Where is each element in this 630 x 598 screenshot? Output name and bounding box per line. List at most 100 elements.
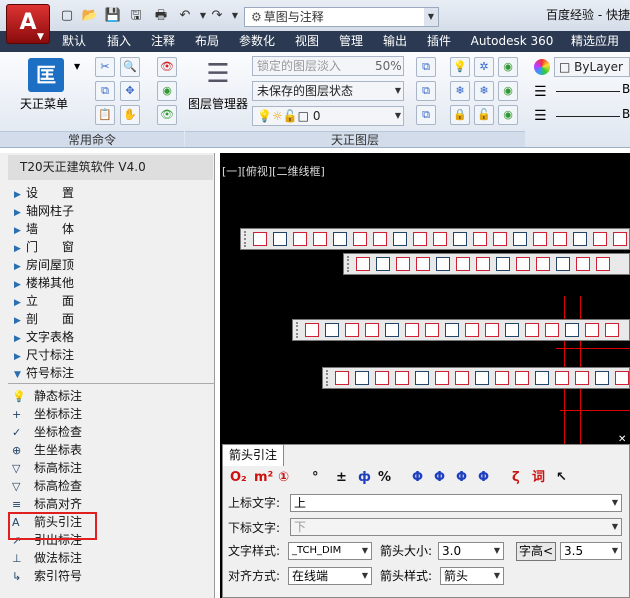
arrow-size-select[interactable]: 3.0 ▼ <box>438 542 504 560</box>
layer-tool-icon[interactable]: ⧉ <box>416 57 436 77</box>
palette-subitem[interactable]: ✓ 坐标检查 <box>12 423 82 441</box>
tab-annotate[interactable]: 注释 <box>144 31 182 52</box>
toolbar-tool-icon[interactable] <box>593 232 607 246</box>
toolbar-tool-icon[interactable] <box>373 232 387 246</box>
palette-category[interactable]: ▶ 房间屋顶 <box>14 256 74 274</box>
toolbar-tool-icon[interactable] <box>345 323 359 337</box>
toolbar-tool-icon[interactable] <box>465 323 479 337</box>
symbol-button[interactable]: O₂ <box>230 470 247 486</box>
current-layer-combo[interactable]: 💡☼🔓□ 0 ▼ <box>252 106 404 126</box>
dialog-tab[interactable]: 箭头引注 <box>222 444 284 466</box>
chevron-down-icon[interactable]: ▼ <box>74 62 80 71</box>
palette-subitem[interactable]: ▽ 标高检查 <box>12 477 82 495</box>
align-select[interactable]: 在线端 ▼ <box>288 567 372 585</box>
lineweight-value[interactable]: B <box>622 107 630 121</box>
open-folder-icon[interactable]: 📂 <box>81 7 99 25</box>
toolbar-tool-icon[interactable] <box>405 323 419 337</box>
symbol-button[interactable]: Φ <box>412 470 423 486</box>
bulb-icon[interactable]: 💡 <box>450 57 470 77</box>
layer-freeze-icon[interactable]: ✲ <box>474 57 494 77</box>
symbol-button[interactable]: ± <box>336 470 347 486</box>
zoom-window-icon[interactable]: 🔍 <box>120 57 140 77</box>
toolbar-tool-icon[interactable] <box>456 257 470 271</box>
symbol-button[interactable]: Φ <box>456 470 467 486</box>
toolbar-tool-icon[interactable] <box>395 371 409 385</box>
palette-subitem[interactable]: ≡ 标高对齐 <box>12 495 82 513</box>
toolbar-tool-icon[interactable] <box>393 232 407 246</box>
toolbar-tool-icon[interactable] <box>375 371 389 385</box>
toolbar-tool-icon[interactable] <box>575 371 589 385</box>
tab-view[interactable]: 视图 <box>288 31 326 52</box>
toolbar-tool-icon[interactable] <box>525 323 539 337</box>
lock-icon[interactable]: 🔓 <box>474 105 494 125</box>
toolbar-tool-icon[interactable] <box>573 232 587 246</box>
toolbar-tool-icon[interactable] <box>533 232 547 246</box>
toolbar-tool-icon[interactable] <box>305 323 319 337</box>
symbol-button[interactable]: ↖ <box>556 470 567 486</box>
layer-tool-icon[interactable]: ⧉ <box>416 81 436 101</box>
palette-subitem[interactable]: ↳ 索引符号 <box>12 567 82 585</box>
toolbar-tool-icon[interactable] <box>545 323 559 337</box>
toolbar-tool-icon[interactable] <box>513 232 527 246</box>
symbol-button[interactable]: Φ <box>478 470 489 486</box>
palette-category[interactable]: ▶ 轴网柱子 <box>14 202 74 220</box>
toolbar-tool-icon[interactable] <box>576 257 590 271</box>
tab-plugins[interactable]: 插件 <box>420 31 458 52</box>
palette-subitem[interactable]: ▽ 标高标注 <box>12 459 82 477</box>
close-icon[interactable]: ✕ <box>618 434 626 445</box>
toolbar-tool-icon[interactable] <box>556 257 570 271</box>
toolbar-tool-icon[interactable] <box>253 232 267 246</box>
symbol-button[interactable]: 词 <box>532 470 545 486</box>
toolbar-tool-icon[interactable] <box>335 371 349 385</box>
toolbar-tool-icon[interactable] <box>505 323 519 337</box>
toolbar-tool-icon[interactable] <box>613 232 627 246</box>
color-combo[interactable]: □ ByLayer <box>554 57 630 77</box>
upper-text-field[interactable]: 上 ▼ <box>290 494 622 512</box>
redo-dropdown-icon[interactable]: ▼ <box>226 7 244 25</box>
symbol-button[interactable]: % <box>378 470 391 486</box>
toolbar-tool-icon[interactable] <box>615 371 629 385</box>
toolbar-tool-icon[interactable] <box>376 257 390 271</box>
toolbar-tool-icon[interactable] <box>475 371 489 385</box>
tz-menu-label[interactable]: 天正菜单 <box>20 95 68 112</box>
symbol-button[interactable]: ζ <box>512 470 520 486</box>
layer-isolate-icon[interactable]: ◉ <box>498 57 518 77</box>
snowflake-icon[interactable]: ❄ <box>474 81 494 101</box>
layer-manager-label[interactable]: 图层管理器 <box>188 95 248 112</box>
toolbar-tool-icon[interactable] <box>435 371 449 385</box>
palette-category[interactable]: ▶ 文字表格 <box>14 328 74 346</box>
toolbar-tool-icon[interactable] <box>433 232 447 246</box>
toolbar-tool-icon[interactable] <box>413 232 427 246</box>
layer-off-icon[interactable]: 👁 <box>157 57 177 77</box>
toolbar-tool-icon[interactable] <box>425 323 439 337</box>
palette-category[interactable]: ▼ 符号标注 <box>14 364 74 382</box>
symbol-button[interactable]: ° <box>312 470 319 486</box>
palette-subitem[interactable]: ⊥ 做法标注 <box>12 549 82 567</box>
scissors-icon[interactable]: ✂ <box>95 57 115 77</box>
linetype-icon[interactable]: ☰ <box>534 84 547 100</box>
palette-category[interactable]: ▶ 剖 面 <box>14 310 74 328</box>
toolbar-tool-icon[interactable] <box>365 323 379 337</box>
tab-layout[interactable]: 布局 <box>188 31 226 52</box>
symbol-button[interactable]: ① <box>278 470 289 486</box>
toolbar-tool-icon[interactable] <box>496 257 510 271</box>
lower-text-field[interactable]: 下 ▼ <box>290 518 622 536</box>
toolbar-tool-icon[interactable] <box>536 257 550 271</box>
toolbar-tool-icon[interactable] <box>585 323 599 337</box>
save-as-icon[interactable]: 🖫 <box>127 7 145 25</box>
palette-category[interactable]: ▶ 楼梯其他 <box>14 274 74 292</box>
palette-subitem[interactable]: + 坐标标注 <box>12 405 82 423</box>
toolbar-tool-icon[interactable] <box>476 257 490 271</box>
toolbar-tool-icon[interactable] <box>353 232 367 246</box>
tab-output[interactable]: 输出 <box>376 31 414 52</box>
toolbar-tool-icon[interactable] <box>445 323 459 337</box>
new-file-icon[interactable]: ▢ <box>58 7 76 25</box>
floating-toolbar[interactable] <box>292 319 630 341</box>
palette-category[interactable]: ▶ 门 窗 <box>14 238 74 256</box>
palette-category[interactable]: ▶ 立 面 <box>14 292 74 310</box>
layer-walk-icon[interactable]: ◉ <box>498 105 518 125</box>
palette-category[interactable]: ▶ 墙 体 <box>14 220 74 238</box>
toolbar-tool-icon[interactable] <box>396 257 410 271</box>
toolbar-tool-icon[interactable] <box>605 323 619 337</box>
floating-toolbar[interactable] <box>240 228 630 250</box>
